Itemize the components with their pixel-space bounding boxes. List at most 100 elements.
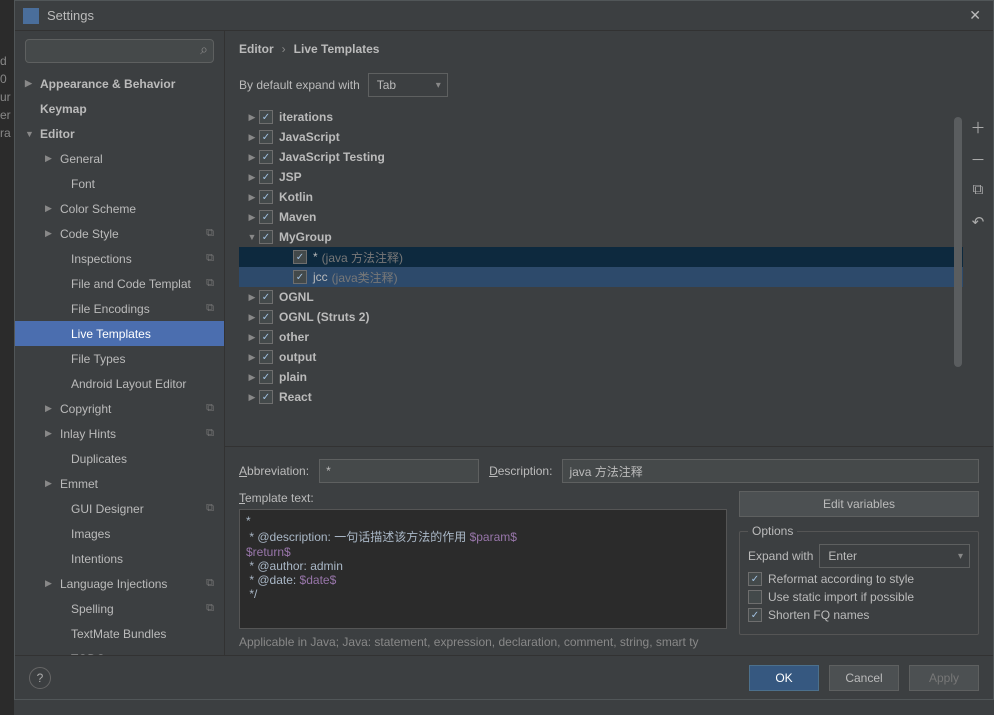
enable-checkbox[interactable] <box>293 250 307 264</box>
template-group-iterations[interactable]: ▶iterations <box>239 107 963 127</box>
enable-checkbox[interactable] <box>259 190 273 204</box>
nav-item-duplicates[interactable]: Duplicates <box>15 446 224 471</box>
template-group-ognl[interactable]: ▶OGNL <box>239 287 963 307</box>
desc-label: Description: <box>489 464 552 478</box>
nav-item-emmet[interactable]: ▶Emmet <box>15 471 224 496</box>
description-input[interactable] <box>562 459 979 483</box>
enable-checkbox[interactable] <box>259 310 273 324</box>
enable-checkbox[interactable] <box>259 150 273 164</box>
revert-icon[interactable]: ↶ <box>970 213 986 229</box>
scope-icon: ⧉ <box>206 277 214 290</box>
template-group-javascript[interactable]: ▶JavaScript <box>239 127 963 147</box>
enable-checkbox[interactable] <box>293 270 307 284</box>
nav-item-editor[interactable]: ▼Editor <box>15 121 224 146</box>
reformat-checkbox[interactable] <box>748 572 762 586</box>
nav-item-gui-designer[interactable]: GUI Designer⧉ <box>15 496 224 521</box>
search-input[interactable] <box>25 39 214 63</box>
template-group-mygroup[interactable]: ▼MyGroup <box>239 227 963 247</box>
nav-item-images[interactable]: Images <box>15 521 224 546</box>
chevron-icon: ▶ <box>245 332 259 343</box>
template-group-jcc[interactable]: jcc(java类注释) <box>239 267 963 287</box>
cancel-button[interactable]: Cancel <box>829 665 899 691</box>
expand-with-combo[interactable]: Enter <box>819 544 970 568</box>
copy-icon[interactable]: ⧉ <box>970 181 986 197</box>
template-group--[interactable]: *(java 方法注释) <box>239 247 963 267</box>
help-button[interactable]: ? <box>29 667 51 689</box>
nav-item-appearance-behavior[interactable]: ▶Appearance & Behavior <box>15 71 224 96</box>
template-group-javascript-testing[interactable]: ▶JavaScript Testing <box>239 147 963 167</box>
nav-item-textmate-bundles[interactable]: TextMate Bundles <box>15 621 224 646</box>
scope-icon: ⧉ <box>206 502 214 515</box>
scope-icon: ⧉ <box>206 602 214 615</box>
titlebar: Settings ✕ <box>15 1 993 31</box>
enable-checkbox[interactable] <box>259 350 273 364</box>
template-group-plain[interactable]: ▶plain <box>239 367 963 387</box>
nav-item-file-types[interactable]: File Types <box>15 346 224 371</box>
window-title: Settings <box>47 8 965 23</box>
nav-item-general[interactable]: ▶General <box>15 146 224 171</box>
template-group-jsp[interactable]: ▶JSP <box>239 167 963 187</box>
chevron-icon: ▼ <box>245 232 259 242</box>
nav-item-live-templates[interactable]: Live Templates <box>15 321 224 346</box>
enable-checkbox[interactable] <box>259 210 273 224</box>
nav-item-color-scheme[interactable]: ▶Color Scheme <box>15 196 224 221</box>
chevron-icon: ▶ <box>45 228 52 239</box>
scope-icon: ⧉ <box>206 427 214 440</box>
nav-item-spelling[interactable]: Spelling⧉ <box>15 596 224 621</box>
nav-item-inspections[interactable]: Inspections⧉ <box>15 246 224 271</box>
template-group-other[interactable]: ▶other <box>239 327 963 347</box>
scrollbar[interactable] <box>953 107 963 446</box>
chevron-icon: ▶ <box>45 203 52 214</box>
abbreviation-input[interactable] <box>319 459 479 483</box>
template-group-react[interactable]: ▶React <box>239 387 963 407</box>
enable-checkbox[interactable] <box>259 390 273 404</box>
tree-toolbar: ＋ － ⧉ ↶ <box>963 107 993 446</box>
scope-icon: ⧉ <box>206 302 214 315</box>
nav-item-copyright[interactable]: ▶Copyright⧉ <box>15 396 224 421</box>
scope-icon: ⧉ <box>206 227 214 240</box>
template-group-kotlin[interactable]: ▶Kotlin <box>239 187 963 207</box>
shorten-fq-checkbox[interactable] <box>748 608 762 622</box>
add-icon[interactable]: ＋ <box>970 117 986 133</box>
enable-checkbox[interactable] <box>259 370 273 384</box>
enable-checkbox[interactable] <box>259 110 273 124</box>
nav-item-font[interactable]: Font <box>15 171 224 196</box>
chevron-icon: ▶ <box>25 78 32 89</box>
static-import-checkbox[interactable] <box>748 590 762 604</box>
edit-variables-button[interactable]: Edit variables <box>739 491 979 517</box>
nav-item-keymap[interactable]: Keymap <box>15 96 224 121</box>
nav-item-todo[interactable]: TODO <box>15 646 224 655</box>
nav-item-intentions[interactable]: Intentions <box>15 546 224 571</box>
nav-item-android-layout-editor[interactable]: Android Layout Editor <box>15 371 224 396</box>
enable-checkbox[interactable] <box>259 230 273 244</box>
chevron-icon: ▶ <box>245 212 259 223</box>
chevron-icon: ▶ <box>45 153 52 164</box>
ok-button[interactable]: OK <box>749 665 819 691</box>
app-icon <box>23 8 39 24</box>
nav-item-inlay-hints[interactable]: ▶Inlay Hints⧉ <box>15 421 224 446</box>
enable-checkbox[interactable] <box>259 330 273 344</box>
apply-button[interactable]: Apply <box>909 665 979 691</box>
template-group-output[interactable]: ▶output <box>239 347 963 367</box>
scope-icon: ⧉ <box>206 402 214 415</box>
nav-item-code-style[interactable]: ▶Code Style⧉ <box>15 221 224 246</box>
chevron-icon: ▶ <box>45 578 52 589</box>
template-group-ognl-struts-2-[interactable]: ▶OGNL (Struts 2) <box>239 307 963 327</box>
enable-checkbox[interactable] <box>259 170 273 184</box>
template-group-maven[interactable]: ▶Maven <box>239 207 963 227</box>
template-tree[interactable]: ▶iterations▶JavaScript▶JavaScript Testin… <box>239 107 963 446</box>
default-expand-combo[interactable]: Tab <box>368 73 448 97</box>
settings-dialog: Settings ✕ ▶Appearance & BehaviorKeymap▼… <box>14 0 994 700</box>
main-panel: Editor›Live Templates By default expand … <box>225 31 993 655</box>
breadcrumb: Editor›Live Templates <box>225 31 993 67</box>
scope-icon: ⧉ <box>206 577 214 590</box>
enable-checkbox[interactable] <box>259 130 273 144</box>
nav-item-file-and-code-templat[interactable]: File and Code Templat⧉ <box>15 271 224 296</box>
enable-checkbox[interactable] <box>259 290 273 304</box>
expand-label: By default expand with <box>239 78 360 92</box>
remove-icon[interactable]: － <box>970 149 986 165</box>
nav-item-file-encodings[interactable]: File Encodings⧉ <box>15 296 224 321</box>
close-icon[interactable]: ✕ <box>965 3 985 28</box>
nav-item-language-injections[interactable]: ▶Language Injections⧉ <box>15 571 224 596</box>
template-text-input[interactable]: * * @description: 一句话描述该方法的作用 $param$ $r… <box>239 509 727 629</box>
